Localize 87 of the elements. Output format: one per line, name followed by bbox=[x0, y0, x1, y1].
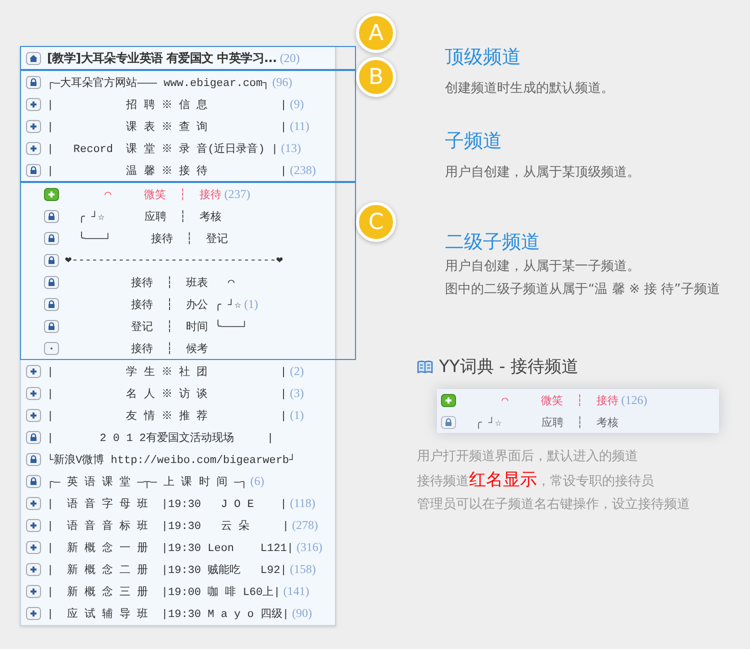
member-count: (1) bbox=[290, 408, 304, 422]
lock-icon[interactable] bbox=[44, 298, 59, 310]
plus-icon[interactable] bbox=[26, 584, 41, 598]
lock-icon[interactable] bbox=[44, 320, 59, 332]
channel-name[interactable]: | 友 情 ※ 推 荐 | bbox=[47, 408, 287, 422]
member-count: (3) bbox=[290, 386, 304, 400]
channel-name[interactable]: | 新 概 念 三 册 |19:00 咖 啡 L60上| bbox=[47, 584, 280, 598]
lock-icon[interactable] bbox=[26, 452, 41, 466]
member-count: (11) bbox=[290, 118, 310, 134]
lock-icon[interactable] bbox=[26, 76, 41, 88]
callout-badge: C bbox=[356, 202, 396, 242]
channel-name[interactable]: | 温 馨 ※ 接 待 | bbox=[47, 162, 287, 178]
channel-name[interactable]: | 新 概 念 一 册 |19:30 Leon L121| bbox=[47, 540, 294, 554]
member-count: (6) bbox=[250, 474, 264, 488]
plus-icon[interactable] bbox=[26, 606, 41, 620]
callout-badge: A bbox=[356, 13, 396, 53]
plus-icon[interactable] bbox=[26, 364, 41, 378]
channel-name[interactable]: └新浪V微博 http://weibo.com/bigearwerb┘ bbox=[47, 452, 296, 466]
callout-title: 二级子频道 bbox=[445, 230, 541, 255]
callout-title: 顶级频道 bbox=[445, 45, 522, 70]
channel-name[interactable]: ┌—大耳朵官方网站——— www.ebigear.com┐ bbox=[47, 74, 270, 90]
member-count: (20) bbox=[280, 50, 300, 66]
channel-name[interactable]: | 招 聘 ※ 信 息 | bbox=[47, 96, 287, 112]
section-title: YY词典 - 接待频道 bbox=[439, 356, 579, 379]
channel-name[interactable]: | 学 生 ※ 社 团 | bbox=[47, 364, 287, 378]
channel-name[interactable]: | 语 音 音 标 班 |19:30 云 朵 | bbox=[47, 518, 290, 532]
channel-name[interactable]: | 名 人 ※ 访 谈 | bbox=[47, 386, 287, 400]
lock-icon[interactable] bbox=[26, 164, 41, 176]
channel-name[interactable]: | 语 音 字 母 班 |19:30 J O E | bbox=[47, 496, 287, 510]
lock-icon[interactable] bbox=[44, 276, 59, 288]
plus-icon[interactable] bbox=[26, 562, 41, 576]
lock-icon[interactable] bbox=[26, 474, 41, 488]
member-count: (278) bbox=[292, 518, 318, 532]
channel-name[interactable]: ┌— 英 语 课 堂 —┬— 上 课 时 间 —┐ bbox=[47, 474, 248, 488]
plus-icon[interactable] bbox=[26, 120, 41, 132]
member-count: (1) bbox=[244, 296, 258, 312]
lock-icon[interactable] bbox=[44, 210, 59, 222]
lock-icon[interactable] bbox=[26, 430, 41, 444]
callout-badge: B bbox=[356, 57, 396, 97]
home-icon[interactable] bbox=[26, 52, 41, 64]
channel-name[interactable]: 接待 ┆ 办公 ╭ ┘☆ bbox=[65, 296, 242, 312]
member-count: (96) bbox=[272, 74, 292, 90]
channel-name[interactable]: ╭ ┘☆ 应聘 ┆ 考核 bbox=[65, 208, 222, 224]
book-icon bbox=[417, 360, 433, 374]
member-count: (158) bbox=[290, 562, 316, 576]
callout-description: 图中的二级子频道从属于“温 馨 ※ 接 待”子频道 bbox=[445, 281, 721, 299]
plus-icon[interactable] bbox=[26, 98, 41, 110]
channel-name[interactable]: | 2 0 1 2有爱国文活动现场 | bbox=[47, 430, 274, 444]
callout-description: 用户自创建，从属于某顶级频道。 bbox=[445, 164, 641, 182]
channel-name[interactable]: | 新 概 念 二 册 |19:30 贼能吃 L92| bbox=[47, 562, 287, 576]
description-text: 用户打开频道界面后，默认进入的频道 bbox=[417, 448, 639, 466]
member-count: (13) bbox=[281, 140, 302, 156]
member-count: (141) bbox=[283, 584, 310, 598]
plus-icon[interactable] bbox=[26, 142, 41, 154]
description-text: 管理员可以在子频道名右键操作，设立接待频道 bbox=[417, 496, 691, 514]
channel-name[interactable]: 接待 ┆ 班表 ◠ bbox=[65, 274, 234, 290]
member-count: (2) bbox=[290, 364, 304, 378]
member-count: (90) bbox=[292, 606, 312, 620]
channel-name[interactable]: | Record 课 堂 ※ 录 音(近日录音) | bbox=[47, 140, 278, 156]
member-count: (316) bbox=[296, 540, 322, 554]
callout-description: 用户自创建，从属于某一子频道。 bbox=[445, 258, 641, 276]
channel-name[interactable]: | 课 表 ※ 查 询 | bbox=[47, 118, 287, 134]
plus-icon[interactable] bbox=[26, 408, 41, 422]
plus-icon[interactable] bbox=[26, 496, 41, 510]
channel-name[interactable]: ❤-------------------------------❤ bbox=[65, 253, 283, 267]
channel-name[interactable]: 登记 ┆ 时间 ╰───┘ bbox=[65, 318, 248, 334]
plus-icon[interactable] bbox=[441, 394, 456, 406]
member-count: (238) bbox=[290, 162, 316, 178]
member-count: (9) bbox=[290, 96, 304, 112]
plus-icon[interactable] bbox=[26, 518, 41, 532]
member-count: (126) bbox=[621, 392, 648, 408]
channel-name[interactable]: | 应 试 辅 导 班 |19:30 M a y o 四级| bbox=[47, 606, 290, 620]
plus-icon[interactable] bbox=[26, 386, 41, 400]
callout-description: 创建频道时生成的默认频道。 bbox=[445, 80, 615, 98]
lock-icon[interactable] bbox=[44, 254, 59, 266]
channel-name[interactable]: ╰───┘ 接待 ┆ 登记 bbox=[65, 230, 228, 246]
channel-name[interactable]: ╭ ┘☆ 应聘 ┆ 考核 bbox=[462, 414, 618, 430]
callout-title: 子频道 bbox=[445, 129, 503, 154]
plus-icon[interactable] bbox=[44, 188, 59, 200]
plus-icon[interactable] bbox=[26, 540, 41, 554]
member-count: (237) bbox=[224, 186, 250, 202]
lock-icon[interactable] bbox=[44, 232, 59, 244]
lock-icon[interactable] bbox=[441, 416, 456, 428]
channel-name[interactable]: 接待 ┆ 候考 bbox=[65, 340, 208, 356]
description-text: 接待频道红名显示，常设专职的接待员 bbox=[417, 468, 655, 492]
channel-name[interactable]: [教学]大耳朵专业英语 有爱国文 中英学习... bbox=[47, 50, 277, 66]
member-count: (118) bbox=[290, 496, 316, 510]
